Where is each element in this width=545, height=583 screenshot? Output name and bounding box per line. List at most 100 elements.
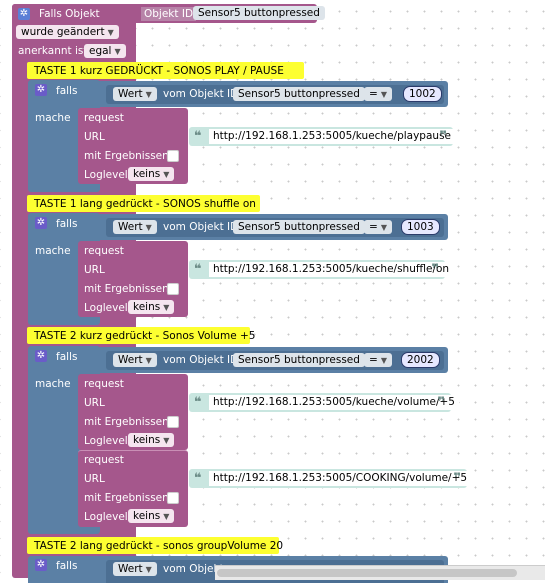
loglevel-dropdown[interactable]: keins ▼ bbox=[128, 509, 175, 523]
mit-ergebnissen-checkbox[interactable] bbox=[167, 283, 179, 295]
mit-ergebnissen-label: mit Ergebnissen bbox=[84, 416, 169, 428]
loglevel-label: Loglevel bbox=[84, 169, 128, 181]
wurde-geaendert-dropdown[interactable]: wurde geändert ▼ bbox=[16, 25, 119, 39]
loglevel-label: Loglevel bbox=[84, 435, 128, 447]
operator-label: = bbox=[369, 221, 378, 233]
wert-label: Wert bbox=[118, 354, 143, 366]
horizontal-scrollbar[interactable] bbox=[215, 565, 545, 580]
falls-label: falls bbox=[56, 85, 78, 97]
mache-label: mache bbox=[35, 245, 71, 257]
gear-icon[interactable]: ✲ bbox=[35, 559, 47, 571]
url-label: URL bbox=[84, 264, 105, 276]
quote-icon: ❝ bbox=[194, 395, 202, 410]
loglevel-value: keins bbox=[133, 301, 161, 313]
chevron-down-icon: ▼ bbox=[145, 356, 152, 365]
chevron-down-icon: ▼ bbox=[163, 303, 170, 312]
anerkannt-ist-label: anerkannt ist bbox=[18, 45, 88, 57]
url-value[interactable]: http://192.168.1.253:5005/kueche/playpau… bbox=[209, 129, 455, 144]
wert-dropdown[interactable]: Wert ▼ bbox=[113, 87, 157, 101]
url-value[interactable]: http://192.168.1.253:5005/kueche/volume/… bbox=[209, 395, 459, 410]
chevron-down-icon: ▼ bbox=[114, 47, 121, 56]
operator-dropdown[interactable]: = ▼ bbox=[364, 220, 392, 234]
gear-icon[interactable]: ✲ bbox=[18, 8, 30, 20]
mit-ergebnissen-label: mit Ergebnissen bbox=[84, 150, 169, 162]
loglevel-label: Loglevel bbox=[84, 511, 128, 523]
operator-label: = bbox=[369, 88, 378, 100]
operator-label: = bbox=[369, 354, 378, 366]
wert-dropdown[interactable]: Wert ▼ bbox=[113, 220, 157, 234]
loglevel-value: keins bbox=[133, 168, 161, 180]
loglevel-dropdown[interactable]: keins ▼ bbox=[128, 300, 175, 314]
loglevel-value: keins bbox=[133, 434, 161, 446]
quote-icon: ❝ bbox=[194, 471, 202, 486]
objekt-id-field[interactable]: Sensor5 buttonpressed bbox=[233, 87, 365, 101]
url-string-block[interactable]: ❝ http://192.168.1.253:5005/kueche/shuff… bbox=[189, 260, 454, 279]
operator-dropdown[interactable]: = ▼ bbox=[364, 353, 392, 367]
url-string-block[interactable]: ❝ http://192.168.1.253:5005/kueche/volum… bbox=[189, 393, 459, 412]
comment-text: TASTE 1 lang gedrückt - SONOS shuffle on bbox=[34, 198, 256, 210]
chevron-down-icon: ▼ bbox=[145, 223, 152, 232]
url-label: URL bbox=[84, 397, 105, 409]
loglevel-label: Loglevel bbox=[84, 302, 128, 314]
chevron-down-icon: ▼ bbox=[380, 356, 387, 365]
chevron-down-icon: ▼ bbox=[163, 170, 170, 179]
loglevel-dropdown[interactable]: keins ▼ bbox=[128, 433, 175, 447]
falls-label: falls bbox=[56, 218, 78, 230]
falls-label: falls bbox=[56, 560, 78, 572]
wert-dropdown[interactable]: Wert ▼ bbox=[113, 562, 157, 576]
loglevel-value: keins bbox=[133, 510, 161, 522]
chevron-down-icon: ▼ bbox=[163, 512, 170, 521]
request-label: request bbox=[84, 454, 124, 466]
comment-text: TASTE 2 kurz gedrückt - Sonos Volume +5 bbox=[34, 330, 256, 342]
mache-label: mache bbox=[35, 378, 71, 390]
scrollbar-thumb[interactable] bbox=[217, 569, 517, 577]
quote-icon: ❞ bbox=[453, 471, 461, 486]
objekt-id-label: Objekt ID bbox=[141, 7, 197, 21]
chevron-down-icon: ▼ bbox=[380, 223, 387, 232]
compare-value[interactable]: 1002 bbox=[403, 86, 442, 102]
mit-ergebnissen-label: mit Ergebnissen bbox=[84, 492, 169, 504]
loglevel-dropdown[interactable]: keins ▼ bbox=[128, 167, 175, 181]
mit-ergebnissen-label: mit Ergebnissen bbox=[84, 283, 169, 295]
compare-value[interactable]: 2002 bbox=[401, 352, 440, 368]
gear-icon[interactable]: ✲ bbox=[35, 84, 47, 96]
url-string-block[interactable]: ❝ http://192.168.1.253:5005/COOKING/volu… bbox=[189, 469, 472, 488]
quote-icon: ❞ bbox=[437, 395, 445, 410]
mit-ergebnissen-checkbox[interactable] bbox=[167, 150, 179, 162]
wurde-geaendert-label: wurde geändert bbox=[21, 26, 105, 38]
objekt-id-field[interactable]: Sensor5 buttonpressed bbox=[233, 220, 365, 234]
quote-icon: ❝ bbox=[194, 129, 202, 144]
objekt-id-field[interactable]: Sensor5 buttonpressed bbox=[193, 6, 325, 20]
comment-text: TASTE 2 lang gedrückt - sonos groupVolum… bbox=[34, 540, 284, 552]
gear-icon[interactable]: ✲ bbox=[35, 350, 47, 362]
wert-label: Wert bbox=[118, 563, 143, 575]
quote-icon: ❞ bbox=[439, 129, 447, 144]
comment-text: TASTE 1 kurz GEDRÜCKT - SONOS PLAY / PAU… bbox=[34, 65, 284, 77]
url-value[interactable]: http://192.168.1.253:5005/kueche/shuffle… bbox=[209, 262, 454, 277]
url-label: URL bbox=[84, 131, 105, 143]
chevron-down-icon: ▼ bbox=[145, 90, 152, 99]
url-string-block[interactable]: ❝ http://192.168.1.253:5005/kueche/playp… bbox=[189, 127, 455, 146]
falls-objekt-label: Falls Objekt bbox=[39, 8, 100, 20]
url-label: URL bbox=[84, 473, 105, 485]
falls-label: falls bbox=[56, 351, 78, 363]
quote-icon: ❞ bbox=[431, 262, 439, 277]
objekt-id-field[interactable]: Sensor5 buttonpressed bbox=[233, 353, 365, 367]
compare-value[interactable]: 1003 bbox=[401, 219, 440, 235]
request-label: request bbox=[84, 245, 124, 257]
operator-dropdown[interactable]: = ▼ bbox=[364, 87, 392, 101]
wert-dropdown[interactable]: Wert ▼ bbox=[113, 353, 157, 367]
anerkannt-dropdown[interactable]: egal ▼ bbox=[84, 44, 126, 58]
mache-label: mache bbox=[35, 112, 71, 124]
chevron-down-icon: ▼ bbox=[380, 90, 387, 99]
gear-icon[interactable]: ✲ bbox=[35, 217, 47, 229]
mit-ergebnissen-checkbox[interactable] bbox=[167, 416, 179, 428]
quote-icon: ❝ bbox=[194, 262, 202, 277]
url-value[interactable]: http://192.168.1.253:5005/COOKING/volume… bbox=[209, 471, 472, 486]
vom-objekt-id-label: vom Objekt ID bbox=[163, 354, 239, 366]
wert-label: Wert bbox=[118, 221, 143, 233]
chevron-down-icon: ▼ bbox=[145, 565, 152, 574]
request-label: request bbox=[84, 378, 124, 390]
wert-label: Wert bbox=[118, 88, 143, 100]
mit-ergebnissen-checkbox[interactable] bbox=[167, 492, 179, 504]
